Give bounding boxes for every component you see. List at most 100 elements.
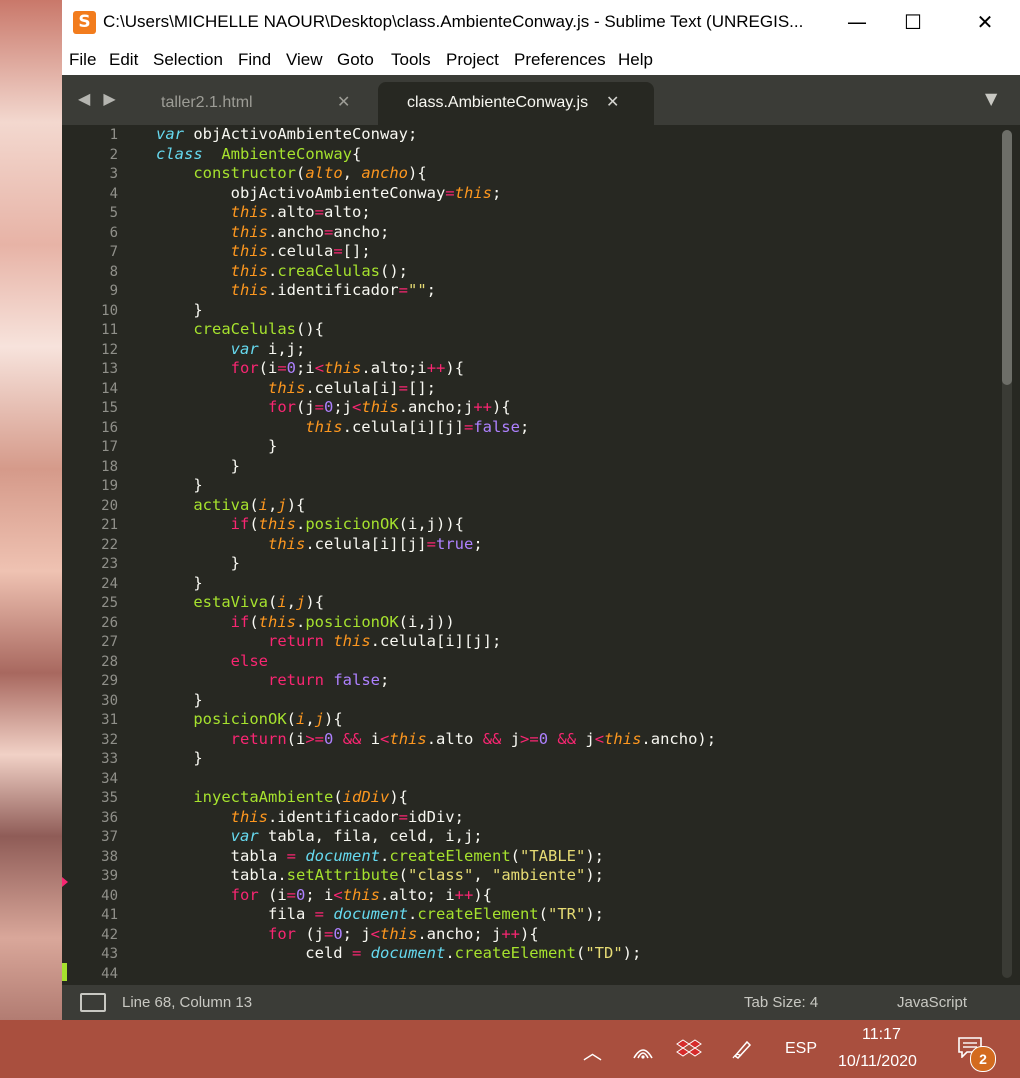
line-number: 15 [101,400,118,416]
tab-dropdown-icon[interactable]: ▼ [985,89,997,108]
menu-view[interactable]: View [286,50,323,70]
wifi-icon[interactable] [632,1040,654,1060]
line-number: 38 [101,848,118,865]
code-line: constructor(alto, ancho){ [193,164,427,182]
line-number: 12 [101,341,118,358]
code-line: this.alto=alto; [230,203,371,221]
line-number: 13 [101,361,118,377]
tab-ambienteconway[interactable]: class.AmbienteConway.js ✕ [378,82,654,125]
line-number: 27 [101,634,118,650]
code-line: for(j=0;j<this.ancho;j++){ [267,398,511,416]
line-number: 3 [109,166,118,182]
clock-time[interactable]: 11:17 [862,1026,901,1044]
panel-toggle-icon[interactable] [80,993,106,1012]
code-line: else [230,651,268,670]
code-editor[interactable]: 1 2 3 4 5 6 7 8 9 10 11 12 13 14 15 16 17 18 19 20 21 22 23 24 2… [62,125,1020,985]
notification-count-badge: 2 [970,1046,996,1072]
code-line: for (j=0; j<this.ancho; j++){ [267,924,539,943]
minimize-button[interactable]: — [834,0,880,45]
menu-edit[interactable]: Edit [109,50,138,70]
code-line: } [156,690,203,709]
code-line: } [156,437,278,455]
code-line: var tabla, fila, celd, i,j; [230,827,483,845]
line-number: 22 [101,536,118,553]
menu-project[interactable]: Project [446,50,499,70]
menu-tools[interactable]: Tools [391,50,431,70]
line-number: 32 [101,731,118,748]
line-number: 16 [101,419,118,436]
line-number: 34 [101,770,118,787]
code-line: for(i=0;i<this.alto;i++){ [230,359,465,377]
maximize-button[interactable]: ☐ [890,0,936,45]
desktop-wallpaper [0,0,62,1020]
code-line: } [156,456,240,475]
tab-nav-arrows-icon[interactable]: ◀ ▶ [78,89,120,108]
vertical-scrollbar[interactable] [1002,130,1012,978]
code-line: this.creaCelulas(); [230,261,408,280]
syntax-selector[interactable]: JavaScript [897,994,967,1011]
line-number: 44 [101,965,118,982]
tab-size-selector[interactable]: Tab Size: 4 [744,994,818,1011]
line-number: 21 [101,517,118,533]
line-number: 33 [101,751,118,767]
code-line: return(i>=0 && i<this.alto && j>=0 && j<… [230,729,717,748]
menu-preferences[interactable]: Preferences [514,50,606,70]
window-title: C:\Users\MICHELLE NAOUR\Desktop\class.Am… [103,12,804,31]
line-number: 35 [101,790,118,806]
line-number: 5 [109,205,118,221]
menu-help[interactable]: Help [618,50,653,70]
scrollbar-thumb[interactable] [1002,130,1012,385]
line-number: 28 [101,653,118,670]
status-bar: Line 68, Column 13 Tab Size: 4 JavaScrip… [62,985,1020,1020]
menu-bar: File Edit Selection Find View Goto Tools… [62,45,1020,75]
code-line: activa(i,j){ [193,495,306,514]
tab-label: class.AmbienteConway.js [407,94,589,111]
code-line: for (i=0; i<this.alto; i++){ [230,885,493,904]
code-line: creaCelulas(){ [193,320,324,338]
menu-selection[interactable]: Selection [153,50,223,70]
code-line: } [156,300,203,319]
line-number: 30 [101,692,118,709]
line-number: 11 [101,322,118,338]
tab-close-icon[interactable]: ✕ [606,92,619,111]
dropbox-icon[interactable] [676,1038,702,1060]
line-number: 4 [109,185,118,202]
show-hidden-icons-icon[interactable]: ︿ [583,1038,602,1065]
pen-icon[interactable] [731,1038,753,1060]
clock-date[interactable]: 10/11/2020 [838,1053,917,1071]
close-button[interactable]: ✕ [962,0,1008,45]
line-number: 6 [109,224,118,241]
cursor-position[interactable]: Line 68, Column 13 [122,994,252,1011]
tab-taller[interactable]: taller2.1.html ✕ [137,82,377,125]
sublime-app-icon: S [73,11,96,34]
code-line: this.identificador=idDiv; [230,807,464,826]
code-line: this.celula[i][j]=true; [267,534,483,553]
code-line: this.ancho=ancho; [230,222,390,241]
line-number: 42 [101,926,118,943]
menu-find[interactable]: Find [238,50,271,70]
line-number: 41 [101,907,118,923]
tab-close-icon[interactable]: ✕ [337,92,350,111]
line-number: 9 [109,283,118,299]
line-number: 25 [101,595,118,611]
code-line: } [156,573,203,592]
line-number: 39 [101,868,118,884]
windows-taskbar: ︿ ESP 11:17 10/11/2020 [0,1020,1020,1078]
language-indicator[interactable]: ESP [785,1040,817,1058]
line-number: 37 [101,829,118,845]
code-line: return false; [267,671,390,689]
code-line: estaViva(i,j){ [193,593,325,611]
code-line: if(this.posicionOK(i,j)){ [230,515,464,533]
line-number: 23 [101,556,118,572]
title-bar: S C:\Users\MICHELLE NAOUR\Desktop\class.… [62,0,1020,45]
sublime-window: S C:\Users\MICHELLE NAOUR\Desktop\class.… [62,0,1020,1020]
line-number: 14 [101,380,118,397]
line-number: 20 [101,497,118,514]
code-line: var i,j; [230,339,306,358]
menu-file[interactable]: File [69,50,96,70]
line-number: 26 [101,614,118,631]
code-line: tabla = document.createElement("TABLE"); [156,846,605,865]
menu-goto[interactable]: Goto [337,50,374,70]
line-number: 1 [109,127,118,143]
line-number: 8 [109,263,118,280]
